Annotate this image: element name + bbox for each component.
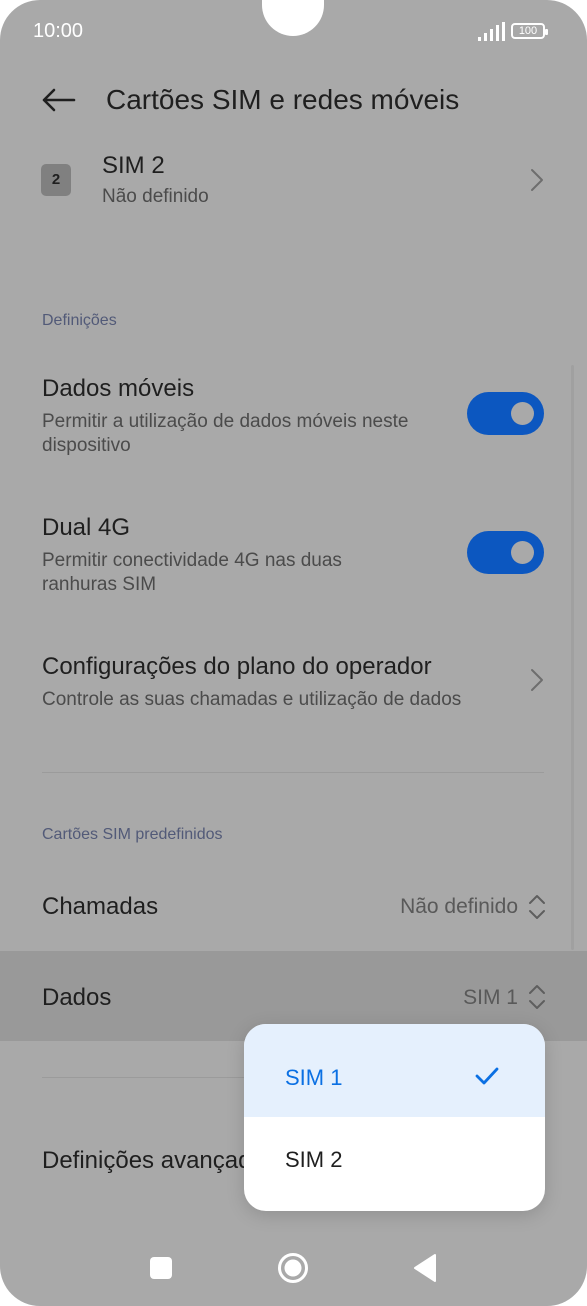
sim-selection-popup: SIM 1 SIM 2 [244, 1024, 545, 1211]
calls-value: Não definido [400, 895, 518, 918]
camera-notch [262, 0, 324, 36]
recent-apps-button[interactable] [150, 1257, 172, 1279]
mobile-data-toggle[interactable] [467, 392, 544, 435]
carrier-plan-title: Configurações do plano do operador [42, 653, 432, 680]
popup-option-label: SIM 2 [285, 1147, 343, 1172]
navigation-bar [0, 1236, 587, 1306]
section-header-default-sim: Cartões SIM predefinidos [42, 826, 223, 843]
back-button[interactable] [413, 1253, 437, 1283]
mobile-data-subtitle: Permitir a utilização de dados móveis ne… [42, 411, 409, 456]
dual-4g-title: Dual 4G [42, 514, 131, 541]
chevron-right-icon [531, 669, 543, 691]
phone-screen: 10:00 100 Cartões SIM e redes móveis 2 S… [0, 0, 587, 1306]
back-arrow-icon[interactable] [40, 86, 76, 114]
data-title: Dados [42, 984, 112, 1011]
signal-icon [478, 22, 505, 41]
up-down-chevron-icon [529, 895, 545, 919]
sim2-status: Não definido [102, 186, 209, 207]
sim2-title: SIM 2 [102, 152, 165, 179]
sim-card-icon: 2 [41, 164, 71, 196]
battery-icon: 100 [511, 23, 548, 39]
popup-option-label: SIM 1 [285, 1065, 343, 1090]
popup-option-sim1[interactable]: SIM 1 [244, 1024, 545, 1117]
dual-4g-subtitle: Permitir conectividade 4G nas duas ranhu… [42, 550, 342, 595]
data-value: SIM 1 [463, 986, 518, 1009]
status-time: 10:00 [33, 20, 84, 42]
top-app-bar: Cartões SIM e redes móveis [0, 72, 587, 128]
divider [42, 772, 544, 773]
section-header-settings: Definições [42, 312, 117, 329]
advanced-settings-title[interactable]: Definições avançadas [42, 1147, 277, 1175]
status-bar: 10:00 100 [0, 0, 587, 64]
popup-option-sim2[interactable]: SIM 2 [244, 1117, 545, 1211]
dual-4g-toggle[interactable] [467, 531, 544, 574]
checkmark-icon [475, 1067, 499, 1085]
sim2-row[interactable]: 2 SIM 2 Não definido [0, 140, 587, 220]
calls-title: Chamadas [42, 893, 159, 920]
page-title: Cartões SIM e redes móveis [106, 84, 460, 115]
home-button[interactable] [277, 1252, 309, 1284]
carrier-plan-subtitle: Controle as suas chamadas e utilização d… [42, 689, 462, 710]
up-down-chevron-icon [529, 985, 545, 1009]
mobile-data-title: Dados móveis [42, 375, 195, 402]
chevron-right-icon [531, 169, 543, 191]
scrollbar[interactable] [571, 365, 574, 950]
